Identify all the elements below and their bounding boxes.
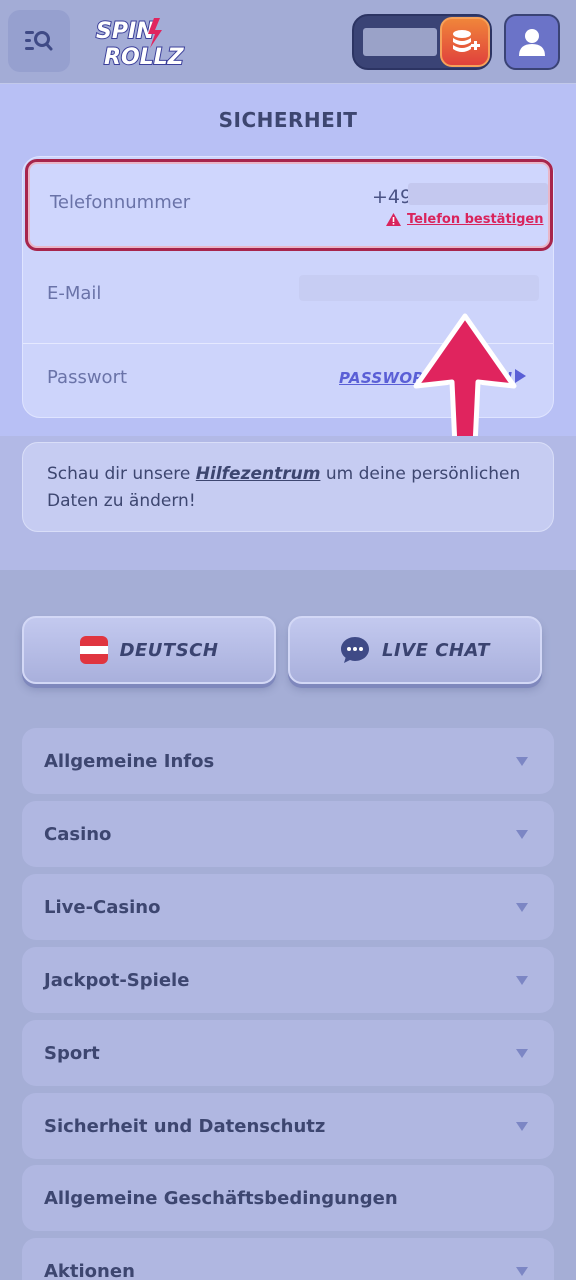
balance-amount-hidden <box>363 28 437 56</box>
phone-label: Telefonnummer <box>50 192 191 213</box>
chevron-down-icon <box>516 1122 528 1131</box>
phone-number-hidden <box>408 183 548 205</box>
verify-phone-text: Telefon bestätigen <box>407 212 544 227</box>
accordion-label: Sport <box>44 1042 100 1064</box>
coins-plus-icon <box>453 30 480 52</box>
chevron-down-icon <box>516 1049 528 1058</box>
section-title: SICHERHEIT <box>218 108 358 132</box>
warning-icon <box>386 213 401 226</box>
accordion-jackpot-spiele[interactable]: Jackpot-Spiele <box>22 947 554 1013</box>
accordion-sicherheit-datenschutz[interactable]: Sicherheit und Datenschutz <box>22 1093 554 1159</box>
email-value-hidden <box>299 275 539 301</box>
chevron-down-icon <box>516 976 528 985</box>
language-button[interactable]: DEUTSCH <box>22 616 276 684</box>
accordion-sport[interactable]: Sport <box>22 1020 554 1086</box>
chevron-down-icon <box>516 1267 528 1276</box>
language-label: DEUTSCH <box>119 639 219 661</box>
security-panel: SICHERHEIT Telefonnummer +49 Telefon bes… <box>0 84 576 513</box>
password-label: Passwort <box>47 367 128 388</box>
search-menu-icon <box>25 31 53 51</box>
balance-box[interactable] <box>352 14 492 70</box>
chevron-down-icon <box>516 830 528 839</box>
accordion-aktionen[interactable]: Aktionen <box>22 1238 554 1280</box>
help-center-info: Schau dir unsere Hilfezentrum um deine p… <box>22 442 554 532</box>
chevron-down-icon <box>516 757 528 766</box>
accordion-label: Casino <box>44 823 112 845</box>
logo-line2: ROLLZ <box>104 45 185 70</box>
info-band: Schau dir unsere Hilfezentrum um deine p… <box>0 436 576 570</box>
austria-flag-icon <box>79 636 108 664</box>
verify-phone-link[interactable]: Telefon bestätigen <box>386 212 544 227</box>
live-chat-label: LIVE CHAT <box>382 639 490 661</box>
accordion-label: Allgemeine Geschäftsbedingungen <box>44 1187 398 1209</box>
top-header: SPIN ROLLZ <box>0 0 576 84</box>
search-menu-button[interactable] <box>8 10 70 72</box>
accordion-label: Allgemeine Infos <box>44 750 215 772</box>
spinrollz-logo[interactable]: SPIN ROLLZ <box>94 14 194 71</box>
accordion-live-casino[interactable]: Live-Casino <box>22 874 554 940</box>
help-center-link[interactable]: Hilfezentrum <box>196 464 321 484</box>
accordion-agb[interactable]: Allgemeine Geschäftsbedingungen <box>22 1165 554 1231</box>
accordion-label: Live-Casino <box>44 896 161 918</box>
email-label: E-Mail <box>47 283 102 304</box>
deposit-button[interactable] <box>440 17 490 67</box>
user-icon <box>519 29 545 56</box>
accordion-label: Sicherheit und Datenschutz <box>44 1115 326 1137</box>
chevron-down-icon <box>516 903 528 912</box>
phone-row[interactable]: Telefonnummer +49 Telefon bestätigen <box>25 159 553 251</box>
accordion-label: Aktionen <box>44 1260 135 1280</box>
chat-bubble-icon <box>341 637 370 663</box>
profile-button[interactable] <box>504 14 560 70</box>
phone-prefix: +49 <box>372 186 413 208</box>
accordion-casino[interactable]: Casino <box>22 801 554 867</box>
logo-line1: SPIN <box>96 19 155 44</box>
info-text-before: Schau dir unsere <box>47 464 196 484</box>
accordion-label: Jackpot-Spiele <box>44 969 190 991</box>
live-chat-button[interactable]: LIVE CHAT <box>288 616 542 684</box>
accordion-allgemeine-infos[interactable]: Allgemeine Infos <box>22 728 554 794</box>
